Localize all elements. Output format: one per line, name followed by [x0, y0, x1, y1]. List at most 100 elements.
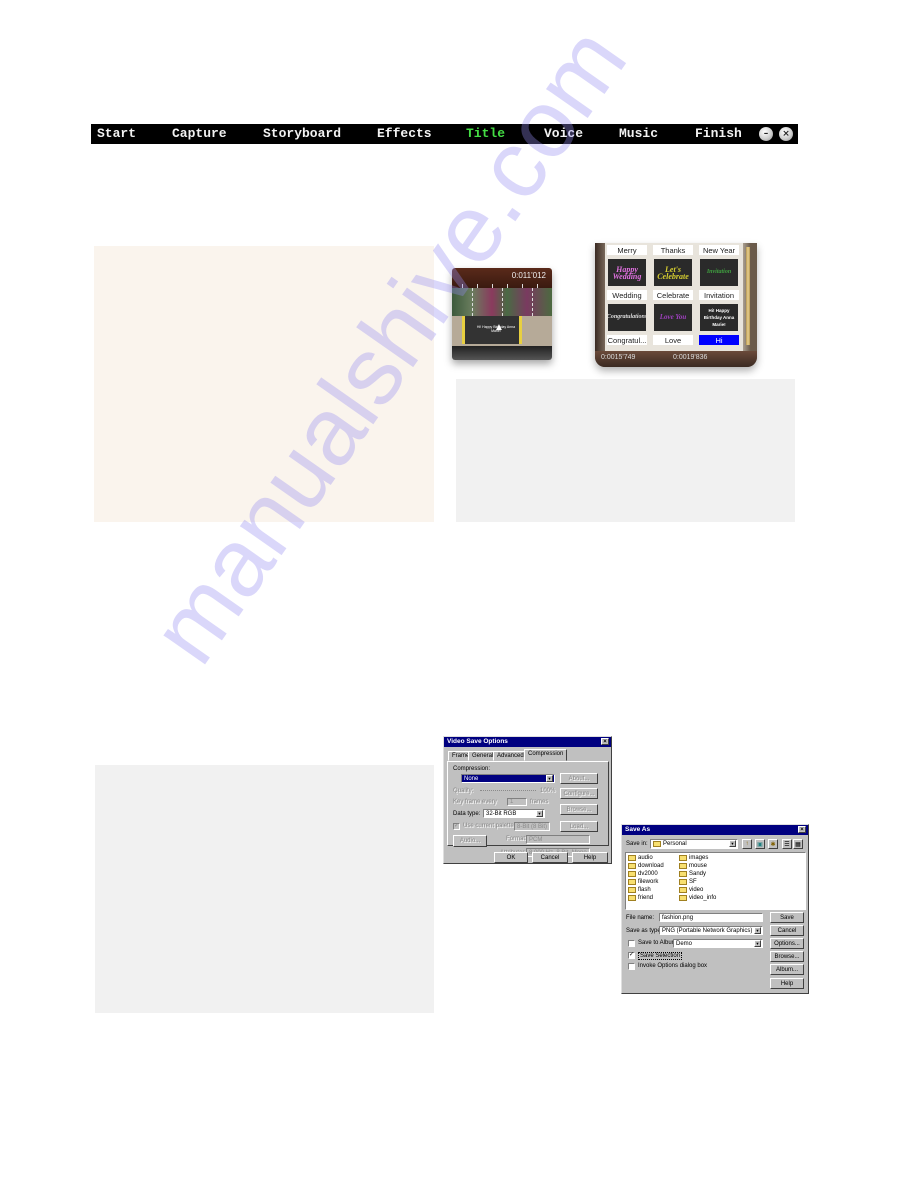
options-button[interactable]: Options...: [770, 938, 804, 949]
invoke-options-label: Invoke Options dialog box: [638, 963, 708, 969]
save-selection-label: Save Selection: [638, 952, 683, 960]
chevron-down-icon: ▼: [729, 840, 736, 847]
invoke-options-checkbox[interactable]: [628, 963, 635, 970]
quality-slider[interactable]: [480, 790, 536, 792]
status-time-left: 0:0015'749: [601, 354, 636, 361]
datatype-label: Data type:: [453, 811, 481, 817]
folder-icon: [628, 863, 636, 869]
album-select[interactable]: Demo ▼: [673, 939, 763, 948]
nav-capture[interactable]: Capture: [172, 126, 227, 141]
gallery-label[interactable]: Thanks: [653, 245, 693, 255]
help-button[interactable]: Help: [770, 978, 804, 989]
gallery-thumb-love[interactable]: Love You: [654, 304, 692, 331]
folder-item[interactable]: SF: [679, 879, 697, 885]
nav-finish[interactable]: Finish: [695, 126, 742, 141]
gallery-label[interactable]: Merry: [607, 245, 647, 255]
ok-button[interactable]: OK: [494, 852, 528, 863]
keyframe-label: Key frame every: [453, 799, 497, 805]
folder-icon: [679, 887, 687, 893]
compression-label: Compression:: [453, 766, 491, 772]
quality-value: 100%: [540, 788, 556, 794]
load-button[interactable]: Load...: [560, 821, 598, 832]
browse-button[interactable]: Browse...: [560, 804, 598, 815]
saveastype-select[interactable]: PNG (Portable Network Graphics) ▼: [659, 926, 763, 935]
file-list[interactable]: audio download dv2000 filework flash fri…: [625, 852, 806, 910]
saveastype-label: Save as type:: [626, 928, 663, 934]
gallery-scrollbar[interactable]: [746, 247, 750, 345]
folder-icon: [628, 871, 636, 877]
cancel-button[interactable]: Cancel: [532, 852, 568, 863]
chevron-down-icon: ▼: [546, 775, 553, 782]
filename-input[interactable]: fashion.png: [659, 913, 763, 922]
folder-item[interactable]: mouse: [679, 863, 707, 869]
about-button[interactable]: About...: [560, 773, 598, 784]
nav-music[interactable]: Music: [619, 126, 658, 141]
save-in-select[interactable]: Personal ▼: [650, 839, 738, 849]
help-button[interactable]: Help: [572, 852, 608, 863]
close-icon[interactable]: ×: [601, 738, 609, 745]
title-clip[interactable]: Hi! Happy Birthday Anna Marie!: [462, 316, 522, 344]
list-view-button[interactable]: ☰: [782, 839, 792, 849]
keyframe-input[interactable]: 1: [507, 798, 527, 806]
folder-item[interactable]: flash: [628, 887, 651, 893]
new-folder-icon: ✱: [770, 841, 776, 848]
album-button[interactable]: Album...: [770, 964, 804, 975]
up-folder-button[interactable]: ↑: [742, 839, 752, 849]
nav-title[interactable]: Title: [466, 126, 505, 141]
timeline-screenshot: 0:011'012 Hi! Happy Birthday Anna Marie!…: [452, 268, 552, 360]
gallery-label[interactable]: Wedding: [607, 290, 647, 300]
gallery-thumb-invitation[interactable]: Invitation: [700, 259, 738, 286]
nav-voice[interactable]: Voice: [544, 126, 583, 141]
save-selection-checkbox[interactable]: ✓: [628, 952, 635, 959]
save-button[interactable]: Save: [770, 912, 804, 923]
folder-item[interactable]: audio: [628, 855, 653, 861]
nav-storyboard[interactable]: Storyboard: [263, 126, 341, 141]
folder-item[interactable]: images: [679, 855, 708, 861]
gallery-thumb-wedding[interactable]: Happy Wedding: [608, 259, 646, 286]
datatype-select[interactable]: 32-Bit RGB ▼: [483, 809, 545, 818]
folder-icon: [679, 863, 687, 869]
gallery-label[interactable]: Love: [653, 335, 693, 345]
folder-item[interactable]: friend: [628, 895, 653, 901]
audio-button[interactable]: Audio...: [453, 835, 487, 847]
chevron-down-icon: ▼: [754, 940, 761, 947]
gallery-thumb-birthday[interactable]: Hi! Happy Birthday Anna Marie!: [700, 304, 738, 331]
minimize-button[interactable]: –: [759, 127, 773, 141]
dialog-titlebar: Video Save Options ×: [444, 737, 611, 747]
gallery-thumb-congratulations[interactable]: Congratulations: [608, 304, 646, 331]
close-icon[interactable]: ×: [798, 826, 806, 833]
tab-advanced[interactable]: Advanced: [493, 751, 528, 761]
chevron-down-icon: ▼: [754, 927, 761, 934]
compression-select[interactable]: None ▼: [461, 774, 555, 783]
timecode: 0:011'012: [511, 271, 546, 280]
close-button[interactable]: ×: [779, 127, 793, 141]
details-view-icon: ▦: [795, 841, 801, 848]
details-view-button[interactable]: ▦: [793, 839, 803, 849]
cancel-button[interactable]: Cancel: [770, 925, 804, 936]
folder-item[interactable]: dv2000: [628, 871, 658, 877]
filename-label: File name:: [626, 915, 655, 921]
new-folder-button[interactable]: ✱: [768, 839, 778, 849]
text-panel-gray-bottom: [95, 765, 434, 1013]
folder-item[interactable]: video: [679, 887, 703, 893]
nav-start[interactable]: Start: [97, 126, 136, 141]
folder-item[interactable]: Sandy: [679, 871, 706, 877]
desktop-button[interactable]: ▣: [755, 839, 765, 849]
gallery-label[interactable]: Congratul...: [607, 335, 647, 345]
gallery-label-selected[interactable]: Hi: [699, 335, 739, 345]
configure-button[interactable]: Configure...: [560, 788, 598, 799]
folder-item[interactable]: filework: [628, 879, 658, 885]
save-to-album-checkbox[interactable]: [628, 940, 635, 947]
browse-button[interactable]: Browse...: [770, 951, 804, 962]
palette-select[interactable]: 8-Bit (8 Bit): [514, 822, 550, 831]
folder-item[interactable]: download: [628, 863, 664, 869]
palette-checkbox[interactable]: ✓: [453, 823, 460, 830]
gallery-thumb-celebrate[interactable]: Let's Celebrate: [654, 259, 692, 286]
nav-effects[interactable]: Effects: [377, 126, 432, 141]
gallery-label[interactable]: Celebrate: [653, 290, 693, 300]
text-panel-cream: [94, 246, 434, 522]
gallery-label[interactable]: Invitation: [699, 290, 739, 300]
gallery-label[interactable]: New Year: [699, 245, 739, 255]
tab-compression[interactable]: Compression: [524, 749, 568, 761]
folder-item[interactable]: video_info: [679, 895, 716, 901]
